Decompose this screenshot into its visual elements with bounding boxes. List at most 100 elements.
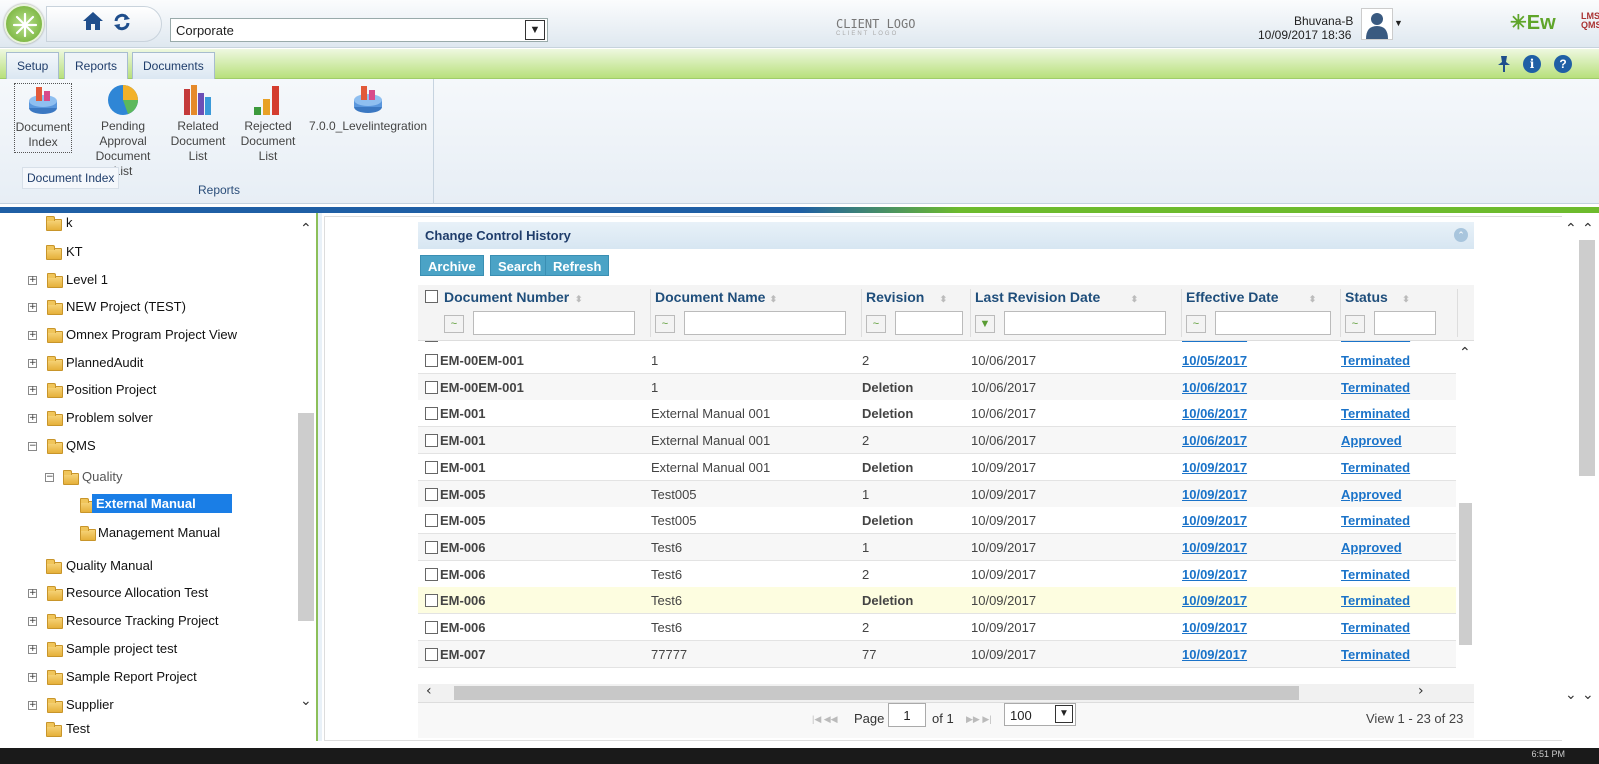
status-link[interactable]: Terminated <box>1341 353 1410 368</box>
expand-icon[interactable]: + <box>28 645 37 654</box>
column-filter-input[interactable] <box>684 311 846 335</box>
effective-date-link[interactable]: 10/09/2017 <box>1182 540 1247 555</box>
chevron-down-icon[interactable]: ▼ <box>1055 705 1073 723</box>
tree-item[interactable]: PlannedAudit <box>66 355 143 370</box>
expand-icon[interactable]: + <box>28 589 37 598</box>
sort-icon[interactable]: ⬍ <box>1305 289 1317 305</box>
row-checkbox[interactable] <box>425 514 438 528</box>
row-checkbox[interactable] <box>425 594 438 608</box>
tree-item[interactable]: Supplier <box>66 697 114 712</box>
sort-icon[interactable]: ⬍ <box>766 289 778 305</box>
rejected-document-button[interactable]: Rejected Document List <box>238 83 298 164</box>
tree-item[interactable]: Sample Report Project <box>66 669 197 684</box>
status-link[interactable]: Terminated <box>1341 406 1410 421</box>
table-row[interactable]: EM-006 Test6 2 10/09/2017 10/09/2017 Terminat… <box>418 614 1458 641</box>
column-filter-input[interactable] <box>1215 311 1331 335</box>
status-link[interactable]: Terminated <box>1341 567 1410 582</box>
effective-date-link[interactable]: 10/09/2017 <box>1182 593 1247 608</box>
scroll-down-icon[interactable]: ⌄ <box>1582 687 1594 703</box>
collapse-tree-icon[interactable]: − <box>45 473 54 482</box>
collapse-tree-icon[interactable]: − <box>28 442 37 451</box>
filter-icon[interactable]: ▼ <box>975 315 995 333</box>
status-link[interactable]: Terminated <box>1341 380 1410 395</box>
column-header-label[interactable]: Status <box>1345 289 1388 305</box>
column-header-label[interactable]: Last Revision Date <box>975 289 1100 305</box>
effective-date-link[interactable]: 10/09/2017 <box>1182 567 1247 582</box>
filter-operator-icon[interactable]: ~ <box>444 315 464 333</box>
row-checkbox[interactable] <box>425 540 438 554</box>
pane-splitter[interactable] <box>316 213 322 741</box>
table-row[interactable]: EM-001 External Manual 001 Deletion 10/06/2… <box>418 400 1458 428</box>
tree-item[interactable]: Problem solver <box>66 410 153 425</box>
status-link[interactable]: Terminated <box>1341 593 1410 608</box>
chevron-down-icon[interactable]: ▼ <box>525 20 545 40</box>
app-logo-icon[interactable] <box>4 4 44 44</box>
effective-date-link[interactable]: 10/09/2017 <box>1182 513 1247 528</box>
tab-documents[interactable]: Documents <box>132 52 215 79</box>
column-header[interactable]: Status ⬍ ~ <box>1341 289 1458 337</box>
pending-approval-button[interactable]: Pending Approval Document List <box>90 83 156 179</box>
column-header-label[interactable]: Document Name <box>655 289 765 305</box>
avatar[interactable] <box>1361 8 1393 40</box>
column-header[interactable]: Document Name ⬍ ~ <box>651 289 862 337</box>
row-checkbox[interactable] <box>425 621 438 634</box>
table-row[interactable]: EM-007 77777 77 10/09/2017 10/09/2017 Termina… <box>418 640 1458 668</box>
status-link[interactable]: Approved <box>1341 433 1402 448</box>
row-checkbox[interactable] <box>425 341 438 342</box>
rows-per-page-select[interactable]: 100 ▼ <box>1004 703 1076 726</box>
level-integration-button[interactable]: 7.0.0_Levelintegration <box>306 83 430 134</box>
tree-item[interactable]: Test <box>66 721 90 736</box>
table-row[interactable]: EM-005 Test005 Deletion 10/09/2017 10/09/201… <box>418 507 1458 535</box>
user-menu-caret-icon[interactable]: ▼ <box>1394 18 1403 28</box>
column-filter-input[interactable] <box>473 311 635 335</box>
table-row[interactable]: EM-006 Test6 2 10/09/2017 10/09/2017 Terminat… <box>418 560 1458 588</box>
table-row[interactable]: EM-001 External Manual 001 Deletion 10/09/2… <box>418 453 1458 481</box>
status-link[interactable]: Terminated <box>1341 513 1410 528</box>
row-checkbox[interactable] <box>425 380 438 394</box>
expand-icon[interactable]: + <box>28 359 37 368</box>
refresh-button[interactable]: Refresh <box>545 255 610 276</box>
expand-icon[interactable]: + <box>28 617 37 626</box>
tree-scroll-thumb[interactable] <box>298 413 314 621</box>
tree-item[interactable]: KT <box>66 244 83 259</box>
scroll-up-icon[interactable]: ⌃ <box>1565 221 1577 237</box>
expand-icon[interactable]: + <box>28 414 37 423</box>
expand-icon[interactable]: + <box>28 303 37 312</box>
tree-item[interactable]: Omnex Program Project View <box>66 327 237 342</box>
sort-icon[interactable]: ⬍ <box>571 289 583 305</box>
scroll-up-icon[interactable]: ⌃ <box>1582 221 1594 237</box>
status-link[interactable]: Terminated <box>1341 460 1410 475</box>
expand-icon[interactable]: + <box>28 276 37 285</box>
scroll-down-icon[interactable]: ⌄ <box>1565 687 1577 703</box>
tree-item[interactable]: k <box>66 215 73 230</box>
expand-icon[interactable]: + <box>28 701 37 710</box>
row-checkbox[interactable] <box>425 567 438 581</box>
scroll-left-icon[interactable]: ‹ <box>426 683 432 699</box>
column-filter-input[interactable] <box>1004 311 1166 335</box>
table-row[interactable]: EM-001 External Manual 001 2 10/06/2017 10/0… <box>418 427 1458 455</box>
scroll-right-icon[interactable]: › <box>1418 683 1424 699</box>
sort-icon[interactable]: ⬍ <box>1127 289 1139 305</box>
row-checkbox[interactable] <box>425 460 438 474</box>
status-link[interactable]: Terminated <box>1341 647 1410 662</box>
tree-item[interactable]: Level 1 <box>66 272 108 287</box>
row-checkbox[interactable] <box>425 647 438 661</box>
scroll-up-icon[interactable]: ⌃ <box>300 221 312 237</box>
tree-item[interactable]: Management Manual <box>98 525 220 540</box>
search-button[interactable]: Search <box>490 255 550 276</box>
refresh-icon[interactable] <box>113 13 131 31</box>
tab-setup[interactable]: Setup <box>6 52 60 79</box>
tree-item[interactable]: External Manual <box>92 494 232 513</box>
status-link[interactable]: Approved <box>1341 487 1402 502</box>
expand-icon[interactable]: + <box>28 673 37 682</box>
column-header-label[interactable]: Revision <box>866 289 924 305</box>
status-link[interactable]: Approved <box>1341 540 1402 555</box>
column-filter-input[interactable] <box>895 311 963 335</box>
column-header[interactable]: Last Revision Date ⬍ ▼ <box>971 289 1182 337</box>
status-link[interactable]: Terminated <box>1341 341 1410 343</box>
help-icon[interactable]: ? <box>1554 55 1572 73</box>
related-document-button[interactable]: Related Document List <box>168 83 228 164</box>
tree-item[interactable]: Quality Manual <box>66 558 153 573</box>
archive-button[interactable]: Archive <box>420 255 484 276</box>
filter-operator-icon[interactable]: ~ <box>1345 315 1365 333</box>
